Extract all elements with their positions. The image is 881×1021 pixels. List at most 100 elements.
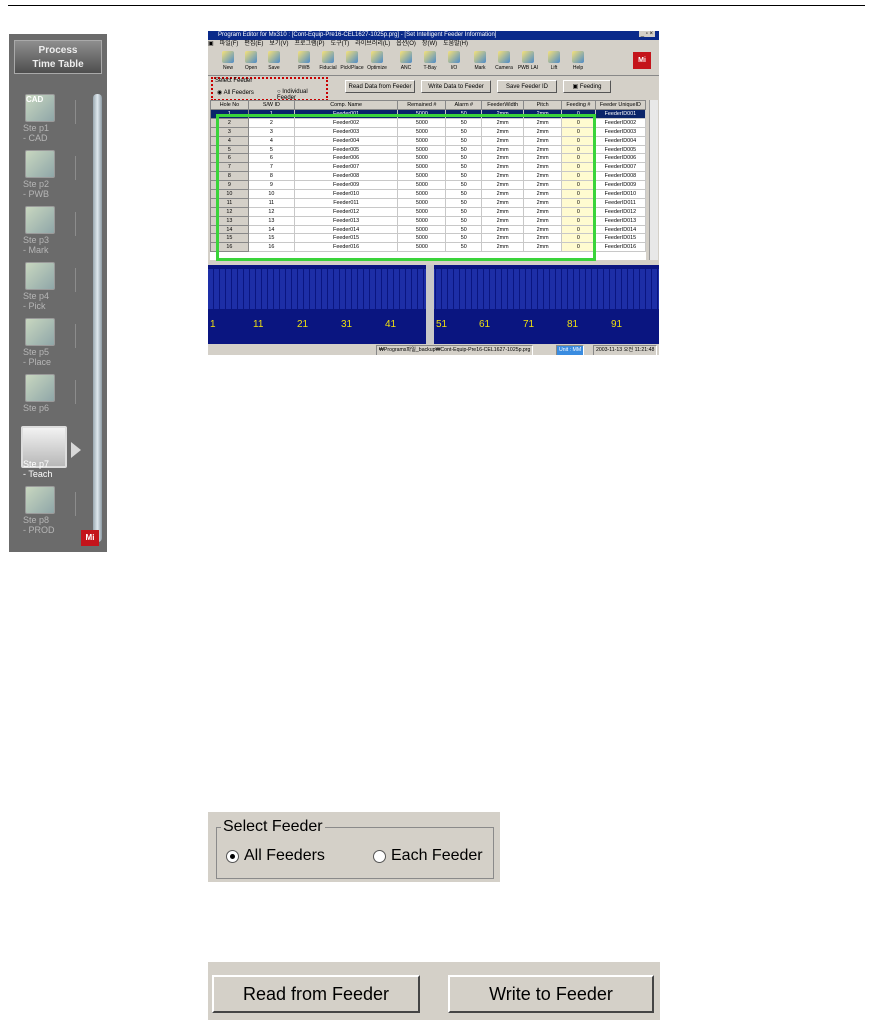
table-cell[interactable]: FeederID002 [594, 117, 646, 128]
menu-item-5[interactable]: 라이브러리(L) [355, 41, 390, 47]
zoom-select-feeder-title: Select Feeder [221, 818, 325, 836]
table-cell[interactable]: FeederID011 [594, 197, 646, 208]
step-1-button[interactable]: CAD Ste p1 - CAD [15, 94, 85, 148]
window-controls[interactable]: _ ▫ × [638, 31, 655, 37]
toolbar-icon [400, 51, 412, 63]
toolbar-icon [548, 51, 560, 63]
table-cell[interactable]: FeederID003 [594, 126, 646, 137]
zoom-radio-all-feeders[interactable]: All Feeders [226, 847, 325, 865]
toolbar-button-pick-place[interactable]: Pick/Place [340, 51, 364, 73]
active-step-arrow-icon [71, 442, 81, 458]
toolbar-button-lift[interactable]: Lift [542, 51, 566, 73]
toolbar-button-mark[interactable]: Mark [468, 51, 492, 73]
menu-item-7[interactable]: 창(W) [422, 41, 437, 47]
table-cell[interactable]: FeederID007 [594, 162, 646, 173]
step-7-button[interactable]: Ste p7 - Teach [15, 426, 85, 484]
menu-item-0[interactable]: 파일(F) [220, 41, 239, 47]
column-header[interactable]: Pitch [523, 100, 562, 110]
step-connector [75, 156, 90, 180]
toolbar-button-optimize[interactable]: Optimize [365, 51, 389, 73]
step-8-label: Ste p8 - PROD [23, 515, 55, 535]
toolbar-button-open[interactable]: Open [239, 51, 263, 73]
feeder-slot-label: 61 [479, 319, 491, 330]
status-bar: ₩Programs파일_backup₩Cont-Equip-Pre16-CEL1… [208, 344, 659, 355]
feeder-slot-label: 91 [611, 319, 623, 330]
menu-item-4[interactable]: 도구(T) [331, 41, 350, 47]
column-header[interactable]: Remained # [397, 100, 447, 110]
menu-item-2[interactable]: 보기(V) [269, 41, 288, 47]
column-header[interactable]: Feeding # [561, 100, 596, 110]
save-feeder-id-button[interactable]: Save Feeder ID [497, 80, 557, 93]
toolbar-icon [424, 51, 436, 63]
table-cell[interactable]: FeederID001 [594, 109, 646, 119]
table-cell[interactable]: FeederID014 [594, 224, 646, 235]
menu-item-3[interactable]: 프로그램(P) [294, 41, 324, 47]
read-from-feeder-button[interactable]: Read from Feeder [212, 975, 420, 1013]
feeder-slot-label: 1 [210, 319, 216, 330]
feeder-slot-label: 11 [253, 319, 264, 330]
app-icon: ▣ [208, 41, 214, 47]
column-header[interactable]: Alarm # [445, 100, 483, 110]
toolbar-button-fiducial[interactable]: Fiducial [316, 51, 340, 73]
step-connector [75, 492, 90, 516]
table-cell[interactable]: FeederID010 [594, 189, 646, 199]
step-2-button[interactable]: Ste p2 - PWB [15, 150, 85, 204]
table-cell[interactable]: FeederID004 [594, 135, 646, 146]
toolbar-button-i-o[interactable]: I/O [442, 51, 466, 73]
write-data-button[interactable]: Write Data to Feeder [421, 80, 491, 93]
step-5-button[interactable]: Ste p5 - Place [15, 318, 85, 372]
step-8-icon [25, 486, 55, 514]
toolbar-icon [371, 51, 383, 63]
table-cell[interactable]: FeederID005 [594, 144, 646, 155]
read-data-button[interactable]: Read Data from Feeder [345, 80, 415, 93]
step-connector [75, 212, 90, 236]
step-3-button[interactable]: Ste p3 - Mark [15, 206, 85, 260]
table-cell[interactable]: FeederID013 [594, 215, 646, 226]
page-top-rule [8, 5, 865, 6]
toolbar-button-new[interactable]: New [216, 51, 240, 73]
table-cell[interactable]: FeederID012 [594, 206, 646, 217]
toolbar-button-pwb[interactable]: PWB [292, 51, 316, 73]
column-header[interactable]: Comp. Name [293, 100, 399, 110]
feeder-slot-label: 21 [297, 319, 309, 330]
table-header-row: Hole No S/W ID Comp. Name Remained # Alarm #… [210, 100, 646, 110]
table-cell[interactable]: FeederID006 [594, 153, 646, 164]
write-to-feeder-button[interactable]: Write to Feeder [448, 975, 654, 1013]
zoom-radio-each-feeder[interactable]: Each Feeder [373, 847, 483, 865]
process-time-table-title: Process Time Table [14, 40, 102, 74]
toolbar-icon [298, 51, 310, 63]
feeder-data-highlight [216, 114, 596, 261]
menu-item-8[interactable]: 도움말(H) [443, 41, 468, 47]
toolbar-button-pwb-lai[interactable]: PWB LAI [516, 51, 540, 73]
step-6-button[interactable]: Ste p6 [15, 374, 85, 428]
feeder-slot-label: 81 [567, 319, 579, 330]
step-2-label: Ste p2 - PWB [23, 179, 50, 199]
table-scrollbar[interactable] [649, 100, 658, 260]
menu-item-6[interactable]: 옵션(O) [396, 41, 416, 47]
toolbar-button-help[interactable]: Help [566, 51, 590, 73]
column-header[interactable]: Hole No [210, 100, 249, 110]
menu-item-1[interactable]: 편집(E) [244, 41, 263, 47]
step-2-icon [25, 150, 55, 178]
step-connector [75, 100, 90, 124]
toolbar-icon [346, 51, 358, 63]
step-6-label: Ste p6 [23, 403, 50, 413]
step-8-button[interactable]: Ste p8 - PROD [15, 486, 85, 540]
radio-all-feeders[interactable]: ◉ All Feeders [217, 89, 254, 96]
toolbar-button-camera[interactable]: Camera [492, 51, 516, 73]
feeding-button[interactable]: ▣ Feeding [563, 80, 611, 93]
step-1-label: Ste p1 - CAD [23, 123, 50, 143]
table-cell[interactable]: FeederID008 [594, 171, 646, 182]
step-4-button[interactable]: Ste p4 - Pick [15, 262, 85, 316]
table-cell[interactable]: FeederID009 [594, 180, 646, 191]
toolbar-button-anc[interactable]: ANC [394, 51, 418, 73]
step-connector [75, 268, 90, 292]
toolbar-button-t-bay[interactable]: T-Bay [418, 51, 442, 73]
column-header[interactable]: Feeder UniqueID [594, 100, 646, 110]
column-header[interactable]: FeederWidth [481, 100, 525, 110]
column-header[interactable]: S/W ID [247, 100, 295, 110]
toolbar-button-save[interactable]: Save [262, 51, 286, 73]
table-cell[interactable]: FeederID015 [594, 233, 646, 244]
progress-rail [93, 94, 102, 542]
table-cell[interactable]: FeederID016 [594, 242, 646, 253]
